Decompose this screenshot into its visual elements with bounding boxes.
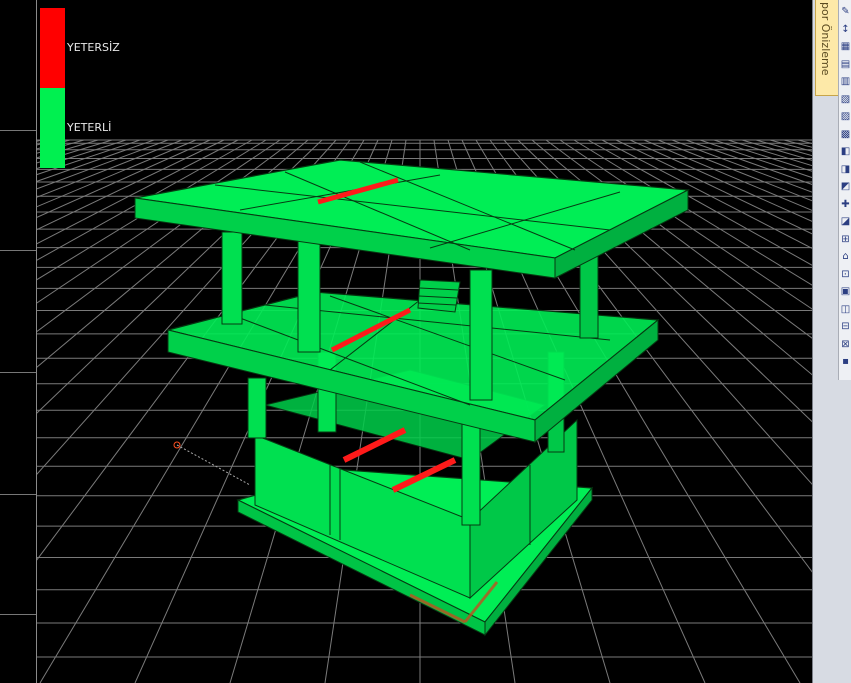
axis-icon[interactable]: ⌂ (840, 251, 851, 263)
stair-icon[interactable]: ◧ (840, 146, 851, 158)
lock-icon[interactable]: ▣ (840, 286, 851, 298)
table-icon[interactable]: ▩ (840, 129, 851, 141)
grid-line (797, 139, 812, 144)
beam-icon[interactable]: ↕ (840, 24, 851, 36)
wall-icon[interactable]: ▥ (840, 76, 851, 88)
pan-icon[interactable]: ⊠ (840, 339, 851, 351)
measure-icon[interactable]: ◩ (840, 181, 851, 193)
grid-line (699, 139, 812, 179)
foundation-icon[interactable]: ◨ (840, 164, 851, 176)
eraser-icon[interactable]: ✎ (840, 6, 851, 18)
node-icon[interactable]: ✚ (840, 199, 851, 211)
zoom-icon[interactable]: ⊟ (840, 321, 851, 333)
report-icon[interactable]: ▧ (840, 94, 851, 106)
column[interactable] (221, 231, 243, 325)
print-icon[interactable]: ▨ (840, 111, 851, 123)
grid-line (713, 139, 812, 172)
section-icon[interactable]: ◪ (840, 216, 851, 228)
legend-swatch-insufficient (40, 8, 65, 88)
shear-icon[interactable]: ⊞ (840, 234, 851, 246)
column[interactable] (469, 269, 493, 401)
vertical-toolbar: ✎ ↕ ▦ ▤ ▥ ▧ ▨ ▩ ◧ ◨ ◩ ✚ ◪ ⊞ ⌂ ⊡ ▣ ◫ ⊟ ⊠ ▪ (838, 0, 851, 380)
column[interactable] (297, 239, 321, 353)
column[interactable] (247, 377, 267, 439)
panel-separator (0, 494, 36, 495)
grid-line (769, 139, 812, 152)
grid-line (685, 139, 812, 185)
snap-icon[interactable]: ⊡ (840, 269, 851, 281)
structure-3d-view[interactable] (0, 0, 812, 683)
column-icon[interactable]: ▦ (840, 41, 851, 53)
render-icon[interactable]: ◫ (840, 304, 851, 316)
panel-separator (0, 614, 36, 615)
grid-line (783, 139, 812, 148)
left-panel-divider (0, 0, 37, 683)
grid-line (755, 139, 812, 157)
grid-line (727, 139, 812, 167)
3d-model-viewport[interactable] (0, 0, 812, 683)
more-icon[interactable]: ▪ (840, 356, 851, 368)
legend-label-insufficient: YETERSİZ (67, 41, 120, 54)
tab-report-preview-label: por Önizleme (819, 2, 832, 76)
slab-icon[interactable]: ▤ (840, 59, 851, 71)
legend-label-sufficient: YETERLİ (67, 121, 112, 134)
panel-separator (0, 372, 36, 373)
tab-report-preview[interactable]: por Önizleme (815, 0, 839, 96)
legend-swatch-sufficient (40, 88, 65, 168)
panel-separator (0, 250, 36, 251)
panel-separator (0, 130, 36, 131)
